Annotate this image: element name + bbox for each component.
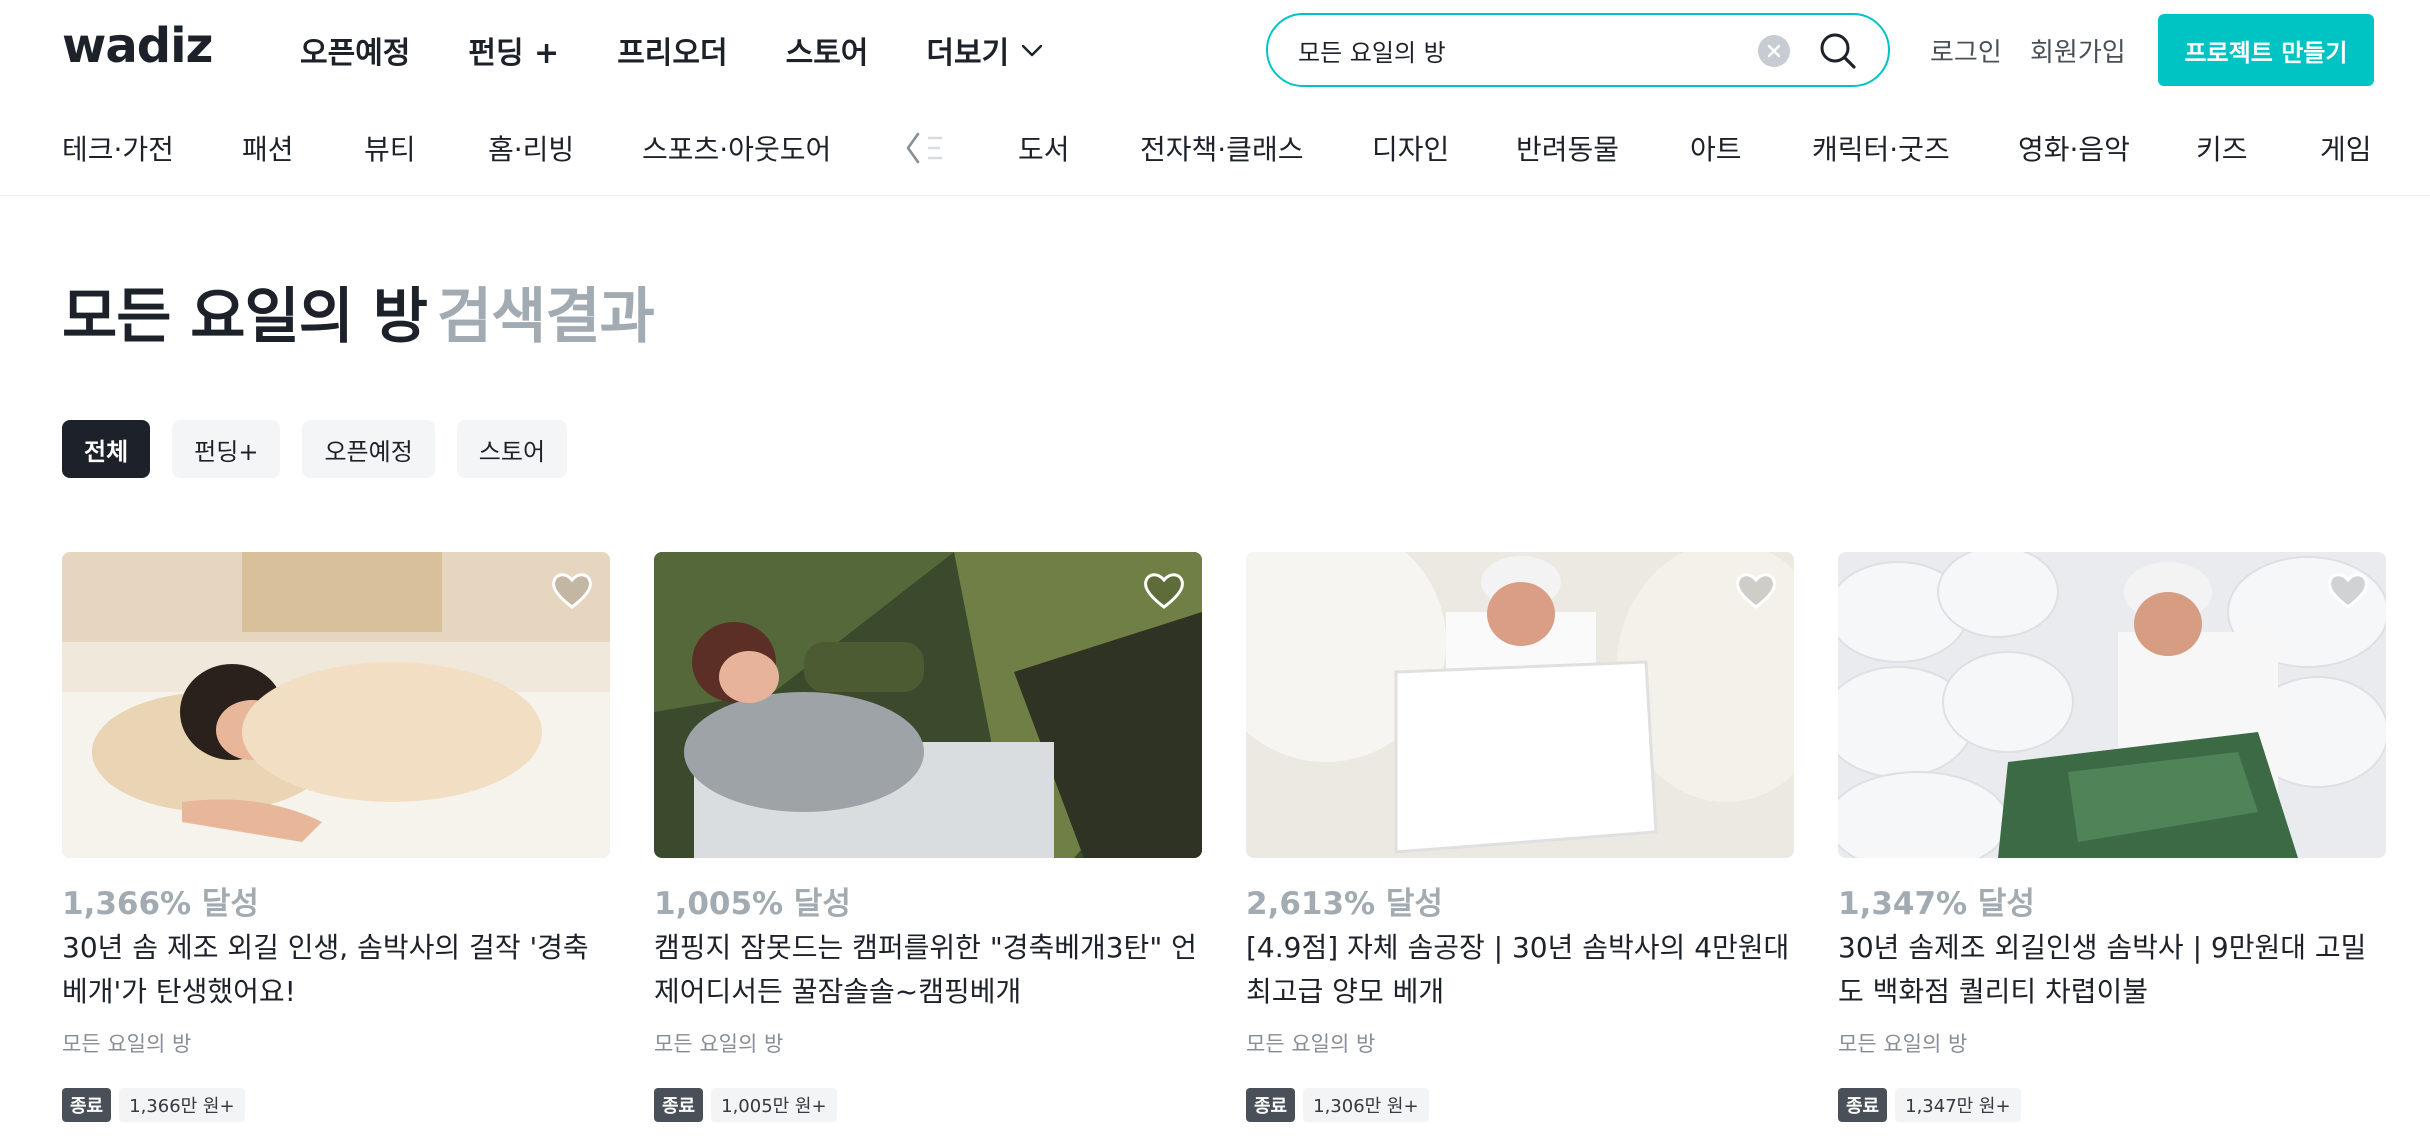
nav-label: 프리오더 — [617, 36, 728, 71]
heart-icon[interactable] — [1734, 570, 1778, 610]
status-badge: 종료 — [62, 1088, 112, 1122]
clear-search-button[interactable] — [1758, 35, 1790, 67]
nav-label: 펀딩 + — [468, 36, 560, 71]
amount-badge: 1,366만 원+ — [119, 1088, 245, 1122]
filter-funding[interactable]: 펀딩+ — [172, 420, 281, 478]
amount-badge: 1,306만 원+ — [1303, 1088, 1429, 1122]
nav-item-open-soon[interactable]: 오픈예정 — [300, 28, 410, 72]
status-badge: 종료 — [1246, 1088, 1296, 1122]
wool-pillow-image — [1246, 552, 1794, 858]
nav-item-funding[interactable]: 펀딩 + — [468, 28, 559, 72]
card-tags: 종료 1,005만 원+ — [654, 1088, 837, 1122]
card-tags: 종료 1,347만 원+ — [1838, 1088, 2021, 1122]
category-art[interactable]: 아트 — [1690, 128, 1742, 168]
maker-name[interactable]: 모든 요일의 방 — [1246, 1028, 1375, 1058]
category-sports-outdoor[interactable]: 스포츠·아웃도어 — [642, 128, 831, 168]
filter-tabs: 전체 펀딩+ 오픈예정 스토어 — [62, 420, 568, 478]
project-card[interactable]: 1,005% 달성 캠핑지 잠못드는 캠퍼를위한 "경축베개3탄" 언제어디서든… — [654, 552, 1202, 1132]
nav-label: 더보기 — [926, 36, 1010, 71]
category-fashion[interactable]: 패션 — [242, 128, 294, 168]
category-character-goods[interactable]: 캐릭터·굿즈 — [1812, 128, 1950, 168]
achievement-rate: 1,347% 달성 — [1838, 886, 2035, 922]
make-project-button[interactable]: 프로젝트 만들기 — [2158, 14, 2374, 86]
project-card-grid: 1,366% 달성 30년 솜 제조 외길 인생, 솜박사의 걸작 '경축베개'… — [62, 552, 2388, 1132]
category-books[interactable]: 도서 — [1018, 128, 1070, 168]
maker-name[interactable]: 모든 요일의 방 — [62, 1028, 191, 1058]
sleeping-woman-image — [62, 552, 610, 858]
nav-item-preorder[interactable]: 프리오더 — [617, 28, 727, 72]
signup-link[interactable]: 회원가입 — [2030, 32, 2126, 69]
category-movie-music[interactable]: 영화·음악 — [2018, 128, 2130, 168]
heart-icon[interactable] — [550, 570, 594, 610]
heart-icon[interactable] — [1142, 570, 1186, 610]
project-card[interactable]: 2,613% 달성 [4.9점] 자체 솜공장 | 30년 솜박사의 4만원대 … — [1246, 552, 1794, 1132]
project-thumbnail[interactable] — [62, 552, 610, 858]
project-title[interactable]: 캠핑지 잠못드는 캠퍼를위한 "경축베개3탄" 언제어디서든 꿀잠솔솔~캠핑베개 — [654, 926, 1202, 1014]
camping-sleeping-image — [654, 552, 1202, 858]
chevron-left-icon — [906, 132, 942, 164]
card-tags: 종료 1,366만 원+ — [62, 1088, 245, 1122]
project-thumbnail[interactable] — [1838, 552, 2386, 858]
category-beauty[interactable]: 뷰티 — [364, 128, 416, 168]
close-icon — [1767, 44, 1781, 58]
filter-store[interactable]: 스토어 — [456, 420, 568, 478]
nav-item-more[interactable]: 더보기 — [926, 28, 1045, 72]
category-bar: 테크·가전 패션 뷰티 홈·리빙 스포츠·아웃도어 도서 전자책·클래스 디자인… — [0, 100, 2430, 196]
search-icon — [1820, 33, 1856, 69]
filter-open-soon[interactable]: 오픈예정 — [302, 420, 435, 478]
achievement-rate: 2,613% 달성 — [1246, 886, 1443, 922]
search-box — [1266, 13, 1890, 87]
category-ebook-class[interactable]: 전자책·클래스 — [1140, 128, 1303, 168]
search-input[interactable] — [1298, 29, 1738, 71]
card-tags: 종료 1,306만 원+ — [1246, 1088, 1429, 1122]
chevron-down-icon — [1022, 44, 1043, 57]
category-design[interactable]: 디자인 — [1372, 128, 1449, 168]
category-pets[interactable]: 반려동물 — [1516, 128, 1619, 168]
achievement-rate: 1,005% 달성 — [654, 886, 851, 922]
nav-item-store[interactable]: 스토어 — [786, 28, 869, 72]
project-card[interactable]: 1,366% 달성 30년 솜 제조 외길 인생, 솜박사의 걸작 '경축베개'… — [62, 552, 610, 1132]
category-kids[interactable]: 키즈 — [2196, 128, 2248, 168]
status-badge: 종료 — [1838, 1088, 1888, 1122]
category-scroll-left-button[interactable] — [902, 130, 950, 166]
status-badge: 종료 — [654, 1088, 704, 1122]
maker-name[interactable]: 모든 요일의 방 — [654, 1028, 783, 1058]
amount-badge: 1,005만 원+ — [711, 1088, 837, 1122]
project-card[interactable]: 1,347% 달성 30년 솜제조 외길인생 솜박사 | 9만원대 고밀도 백화… — [1838, 552, 2386, 1132]
category-home-living[interactable]: 홈·리빙 — [488, 128, 574, 168]
maker-name[interactable]: 모든 요일의 방 — [1838, 1028, 1967, 1058]
filter-all[interactable]: 전체 — [62, 420, 151, 478]
login-link[interactable]: 로그인 — [1930, 32, 2002, 69]
project-thumbnail[interactable] — [1246, 552, 1794, 858]
cotton-blanket-image — [1838, 552, 2386, 858]
achievement-rate: 1,366% 달성 — [62, 886, 259, 922]
nav-label: 스토어 — [785, 36, 869, 71]
main-nav: 오픈예정 펀딩 + 프리오더 스토어 더보기 — [300, 0, 1045, 100]
category-tech[interactable]: 테크·가전 — [62, 128, 174, 168]
project-title[interactable]: [4.9점] 자체 솜공장 | 30년 솜박사의 4만원대 최고급 양모 베개 — [1246, 926, 1794, 1014]
nav-label: 오픈예정 — [300, 36, 411, 71]
project-title[interactable]: 30년 솜제조 외길인생 솜박사 | 9만원대 고밀도 백화점 퀄리티 차렵이불 — [1838, 926, 2386, 1014]
category-game[interactable]: 게임 — [2320, 128, 2372, 168]
top-header: wadiz 오픈예정 펀딩 + 프리오더 스토어 더보기 로그인 회원가입 프로… — [0, 0, 2430, 100]
project-thumbnail[interactable] — [654, 552, 1202, 858]
page-title: 모든 요일의 방 검색결과 — [62, 268, 655, 355]
amount-badge: 1,347만 원+ — [1895, 1088, 2021, 1122]
wadiz-logo[interactable]: wadiz — [62, 18, 213, 74]
search-keyword: 모든 요일의 방 — [62, 282, 428, 352]
project-title[interactable]: 30년 솜 제조 외길 인생, 솜박사의 걸작 '경축베개'가 탄생했어요! — [62, 926, 610, 1014]
heart-icon[interactable] — [2326, 570, 2370, 610]
search-button[interactable] — [1816, 29, 1860, 73]
search-result-suffix: 검색결과 — [436, 282, 655, 352]
